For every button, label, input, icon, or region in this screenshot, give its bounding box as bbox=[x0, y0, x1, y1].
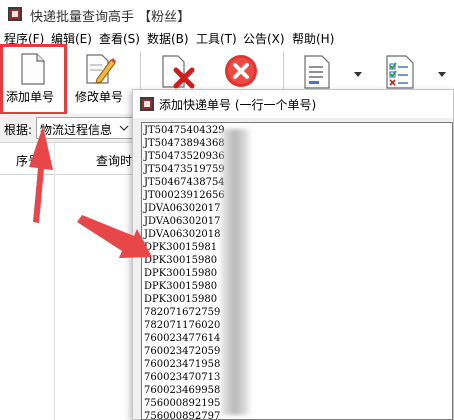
tracking-number-line: DPK30015980 bbox=[144, 294, 218, 305]
tracking-number-line: 782071672759 bbox=[144, 307, 221, 318]
filter-select[interactable]: 物流过程信息 bbox=[36, 117, 134, 139]
edit-number-button[interactable]: 修改单号 bbox=[70, 48, 134, 114]
delete-number-button[interactable] bbox=[158, 48, 202, 92]
tracking-number-line: 760023469958 bbox=[144, 385, 221, 396]
filter-label: 根据: bbox=[4, 123, 33, 137]
app-icon bbox=[8, 7, 22, 21]
tracking-number-line: 756000892797 bbox=[144, 411, 221, 420]
delete-document-icon bbox=[162, 55, 195, 89]
dropdown-arrow-icon[interactable] bbox=[354, 72, 362, 78]
tracking-number-line: 760023471958 bbox=[144, 359, 221, 370]
tracking-number-line: 782071176020 bbox=[144, 320, 221, 331]
menu-tools[interactable]: 工具(T) bbox=[196, 30, 237, 47]
tracking-number-line: JT50473520936 bbox=[144, 151, 225, 162]
dialog-title: 添加快递单号 (一行一个单号) bbox=[159, 98, 317, 112]
tracking-number-line: DPK30015980 bbox=[144, 255, 218, 266]
filter-bar: 根据: 物流过程信息 bbox=[0, 114, 140, 142]
query-list-button[interactable] bbox=[298, 48, 368, 92]
grid-header: 序号 查询时 bbox=[0, 143, 140, 175]
dialog-titlebar: 添加快递单号 (一行一个单号) bbox=[133, 90, 453, 118]
list-document-icon bbox=[304, 55, 330, 89]
tracking-number-line: 756000892195 bbox=[144, 398, 221, 409]
dialog-app-icon bbox=[140, 97, 154, 111]
tracking-number-line: JT00023912656 bbox=[144, 190, 225, 201]
stop-icon bbox=[225, 55, 257, 87]
tracking-number-line: JT50467438754 bbox=[144, 177, 225, 188]
privacy-blur bbox=[220, 129, 250, 415]
clear-button[interactable] bbox=[222, 48, 262, 92]
tracking-number-line: JDVA06302017 bbox=[144, 216, 221, 227]
tracking-number-line: 760023472059 bbox=[144, 346, 221, 357]
add-number-dialog: 添加快递单号 (一行一个单号) JT50475404329 JT50473894… bbox=[132, 89, 454, 420]
checklist-icon bbox=[386, 55, 414, 89]
highlight-box bbox=[0, 44, 67, 115]
tracking-number-line: JT50473894368 bbox=[144, 138, 225, 149]
tracking-number-line: 760023470713 bbox=[144, 372, 221, 383]
checklist-button[interactable] bbox=[380, 48, 454, 92]
tracking-number-line: 760023477614 bbox=[144, 333, 221, 344]
chevron-down-icon bbox=[119, 125, 129, 131]
menu-notice[interactable]: 公告(X) bbox=[243, 30, 285, 47]
grid-divider bbox=[54, 143, 55, 420]
tracking-number-line: DPK30015980 bbox=[144, 268, 218, 279]
menu-help[interactable]: 帮助(H) bbox=[292, 30, 334, 47]
edit-number-label: 修改单号 bbox=[75, 90, 124, 104]
tracking-number-line: JDVA06302018 bbox=[144, 229, 221, 240]
tracking-number-line: DPK30015980 bbox=[144, 281, 218, 292]
tracking-number-textarea[interactable]: JT50475404329 JT50473894368 JT5047352093… bbox=[141, 122, 453, 420]
column-header-time[interactable]: 查询时 bbox=[96, 152, 132, 169]
edit-pencil-icon bbox=[86, 54, 116, 84]
tracking-number-line: JT50475404329 bbox=[144, 125, 225, 136]
menu-bar: 程序(F) 编辑(E) 查看(S) 数据(B) 工具(T) 公告(X) 帮助(H… bbox=[0, 28, 454, 48]
window-titlebar: 快递批量查询高手 【粉丝】 bbox=[0, 0, 454, 28]
filter-value: 物流过程信息 bbox=[40, 123, 113, 137]
menu-data[interactable]: 数据(B) bbox=[147, 30, 189, 47]
tracking-number-line: JT50473519759 bbox=[144, 164, 225, 175]
result-grid[interactable]: 序号 查询时 bbox=[0, 142, 140, 420]
dropdown-arrow-icon[interactable] bbox=[438, 72, 446, 78]
tracking-number-line: JDVA06302017 bbox=[144, 203, 221, 214]
tracking-number-line: DPK30015981 bbox=[144, 242, 218, 253]
column-header-seq[interactable]: 序号 bbox=[16, 152, 40, 169]
menu-view[interactable]: 查看(S) bbox=[99, 30, 140, 47]
window-title: 快递批量查询高手 【粉丝】 bbox=[30, 10, 191, 25]
